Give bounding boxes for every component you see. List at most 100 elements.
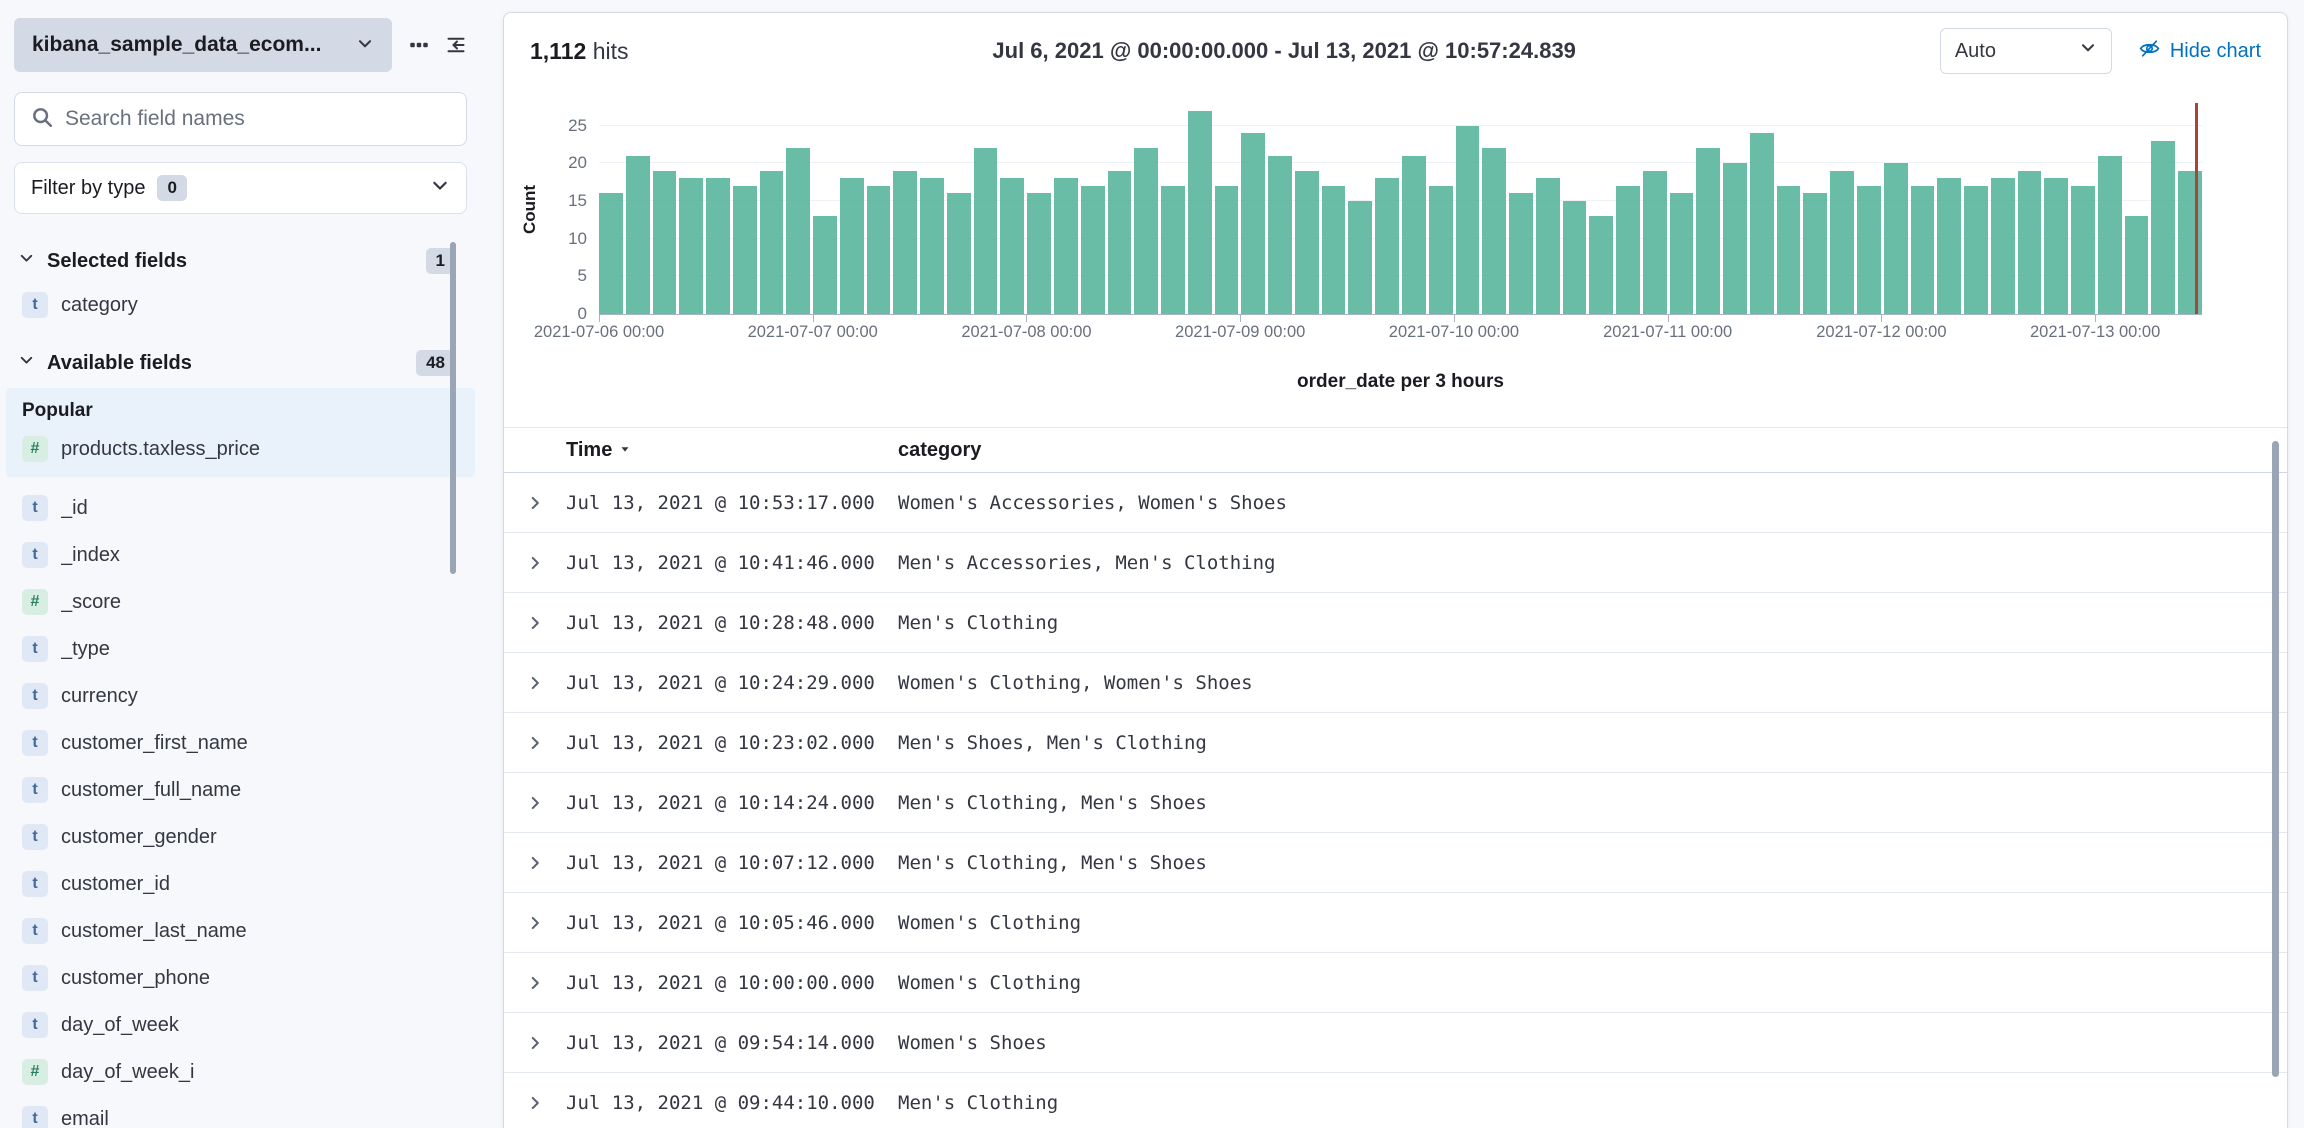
expand-row-button[interactable]: [526, 914, 566, 932]
histogram-bar[interactable]: [2151, 140, 2176, 314]
histogram-bar[interactable]: [1321, 185, 1346, 314]
expand-row-button[interactable]: [526, 734, 566, 752]
expand-row-button[interactable]: [526, 974, 566, 992]
histogram-bar[interactable]: [1696, 148, 1721, 314]
histogram-bar[interactable]: [866, 185, 891, 314]
column-header-time[interactable]: Time: [566, 439, 898, 462]
histogram-bar[interactable]: [2178, 170, 2202, 314]
histogram-bar[interactable]: [1455, 125, 1480, 314]
field-item-products.taxless_price[interactable]: # products.taxless_price: [14, 426, 467, 472]
histogram-bar[interactable]: [1294, 170, 1319, 314]
histogram-bar[interactable]: [1964, 185, 1988, 314]
histogram-bar[interactable]: [1027, 193, 1052, 314]
histogram-bar[interactable]: [1000, 178, 1025, 314]
search-field-names-input[interactable]: [65, 107, 450, 131]
histogram-bar[interactable]: [1241, 133, 1266, 314]
histogram-bar[interactable]: [1509, 193, 1533, 314]
collapse-sidebar-icon[interactable]: [446, 28, 468, 62]
histogram-bar[interactable]: [839, 178, 864, 314]
table-scrollbar[interactable]: [2272, 441, 2279, 1077]
histogram-bar[interactable]: [1348, 200, 1373, 314]
histogram-bar[interactable]: [625, 155, 650, 314]
histogram-bar[interactable]: [973, 148, 998, 314]
histogram-bar[interactable]: [1214, 185, 1239, 314]
histogram-bar[interactable]: [1054, 178, 1078, 314]
histogram-bar[interactable]: [1830, 170, 1854, 314]
field-item-currency[interactable]: t currency: [14, 673, 467, 719]
histogram-bar[interactable]: [1187, 110, 1212, 314]
field-item-customer_full_name[interactable]: t customer_full_name: [14, 767, 467, 813]
histogram-bar[interactable]: [2071, 185, 2095, 314]
histogram-bar[interactable]: [2124, 216, 2149, 314]
expand-row-button[interactable]: [526, 554, 566, 572]
histogram-bar[interactable]: [1482, 148, 1507, 314]
expand-row-button[interactable]: [526, 674, 566, 692]
expand-row-button[interactable]: [526, 854, 566, 872]
histogram-bar[interactable]: [1080, 185, 1105, 314]
field-item-customer_phone[interactable]: t customer_phone: [14, 955, 467, 1001]
expand-row-button[interactable]: [526, 1094, 566, 1112]
histogram-bar[interactable]: [1669, 193, 1694, 314]
histogram-bar[interactable]: [1428, 185, 1453, 314]
histogram-bar[interactable]: [1642, 170, 1667, 314]
histogram-bar[interactable]: [1776, 185, 1801, 314]
histogram-bar[interactable]: [920, 178, 944, 314]
expand-row-button[interactable]: [526, 1034, 566, 1052]
histogram-bar[interactable]: [1856, 185, 1881, 314]
histogram-bar[interactable]: [1562, 200, 1587, 314]
expand-row-button[interactable]: [526, 494, 566, 512]
available-fields-toggle[interactable]: Available fields 48: [14, 342, 467, 384]
field-item-_index[interactable]: t _index: [14, 532, 467, 578]
histogram-bar[interactable]: [599, 193, 623, 314]
field-item-email[interactable]: t email: [14, 1096, 467, 1128]
field-item-day_of_week_i[interactable]: # day_of_week_i: [14, 1049, 467, 1095]
histogram-bar[interactable]: [1134, 148, 1159, 314]
field-item-_score[interactable]: # _score: [14, 579, 467, 625]
histogram-bar[interactable]: [706, 178, 730, 314]
histogram-bar[interactable]: [1535, 178, 1560, 314]
histogram-bar[interactable]: [1937, 178, 1962, 314]
column-header-category[interactable]: category: [898, 439, 2287, 462]
sidebar-scrollbar[interactable]: [450, 242, 456, 574]
histogram-bar[interactable]: [1375, 178, 1399, 314]
histogram-bar[interactable]: [1589, 216, 1614, 314]
histogram-bar[interactable]: [1107, 170, 1132, 314]
histogram-bar[interactable]: [2044, 178, 2069, 314]
histogram-bar[interactable]: [1803, 193, 1828, 314]
hide-chart-button[interactable]: Hide chart: [2138, 37, 2261, 66]
interval-select[interactable]: Auto: [1939, 28, 2112, 74]
histogram-bar[interactable]: [1883, 163, 1908, 314]
histogram-bar[interactable]: [732, 185, 757, 314]
histogram-bar[interactable]: [759, 170, 784, 314]
histogram-bar[interactable]: [1401, 155, 1426, 314]
field-item-customer_gender[interactable]: t customer_gender: [14, 814, 467, 860]
field-options-icon[interactable]: [408, 28, 430, 62]
histogram-bar[interactable]: [1910, 185, 1935, 314]
histogram-bar[interactable]: [2097, 155, 2122, 314]
selected-fields-toggle[interactable]: Selected fields 1: [14, 240, 467, 282]
histogram-bar[interactable]: [893, 170, 918, 314]
expand-row-button[interactable]: [526, 614, 566, 632]
histogram-bar[interactable]: [786, 148, 811, 314]
histogram-bar[interactable]: [813, 216, 837, 314]
filter-by-type-dropdown[interactable]: Filter by type 0: [14, 162, 467, 214]
histogram-bar[interactable]: [652, 170, 677, 314]
histogram-bar[interactable]: [1616, 185, 1640, 314]
histogram-bar[interactable]: [679, 178, 704, 314]
histogram-bar[interactable]: [1268, 155, 1292, 314]
histogram-bar[interactable]: [1990, 178, 2015, 314]
histogram-bar[interactable]: [1161, 185, 1185, 314]
field-item-day_of_week[interactable]: t day_of_week: [14, 1002, 467, 1048]
field-item-customer_last_name[interactable]: t customer_last_name: [14, 908, 467, 954]
field-item-_type[interactable]: t _type: [14, 626, 467, 672]
field-item-customer_first_name[interactable]: t customer_first_name: [14, 720, 467, 766]
expand-row-button[interactable]: [526, 794, 566, 812]
index-pattern-selector[interactable]: kibana_sample_data_ecom...: [14, 18, 392, 72]
histogram-bar[interactable]: [1749, 133, 1774, 314]
histogram-plot[interactable]: 0 5 10 15 20 25 2021-07-06 00:00 2021-07-07 00:…: [534, 103, 2202, 341]
field-item-_id[interactable]: t _id: [14, 485, 467, 531]
field-item-category[interactable]: t category: [14, 282, 467, 328]
histogram-bar[interactable]: [2017, 170, 2042, 314]
histogram-bar[interactable]: [1723, 163, 1747, 314]
histogram-bar[interactable]: [946, 193, 971, 314]
